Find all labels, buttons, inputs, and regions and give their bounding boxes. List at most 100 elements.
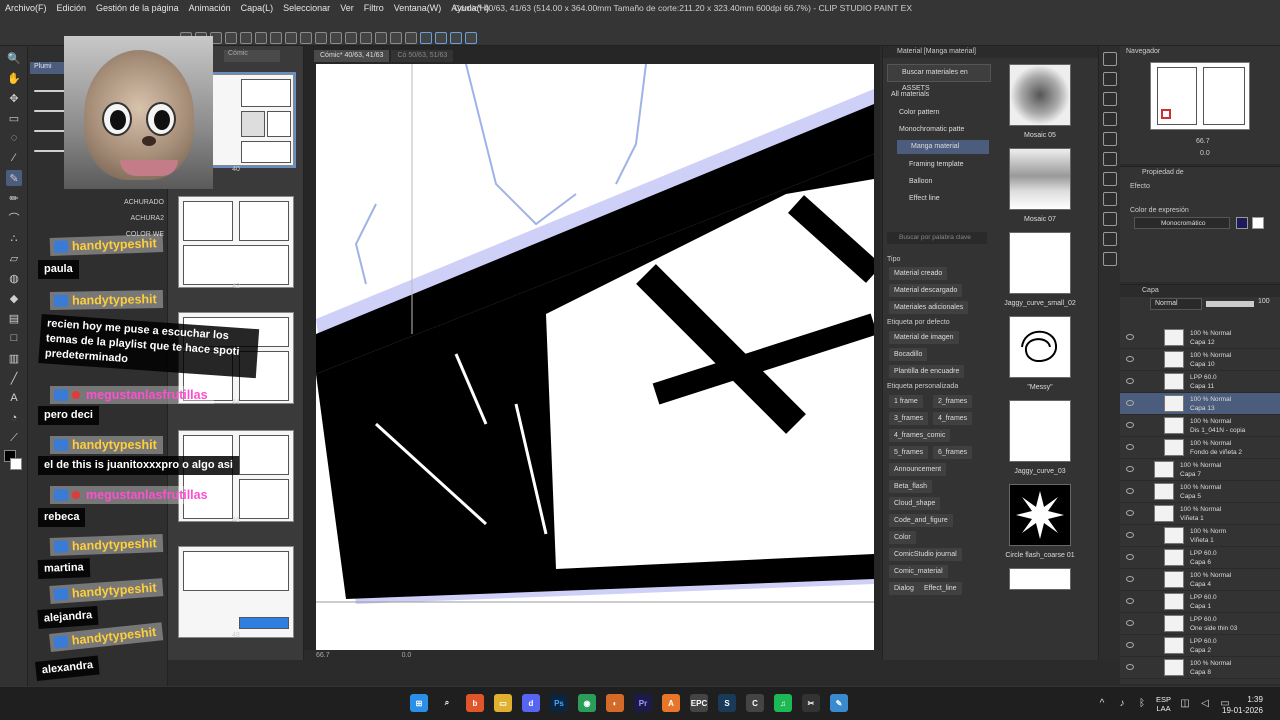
microphone-icon[interactable]: ♪ <box>1116 698 1128 710</box>
material-thumbnail[interactable] <box>1009 316 1071 378</box>
layer-row[interactable]: 100 % Normal Viñeta 1 <box>1120 503 1280 525</box>
layer-row[interactable]: 100 % Normal Capa 12 <box>1120 327 1280 349</box>
tag-beta-flash[interactable]: Beta_flash <box>889 480 933 493</box>
menu-gestion-pagina[interactable]: Gestión de la página <box>91 3 184 13</box>
layer-row[interactable]: LPP 60.0 One side thin 03 <box>1120 613 1280 635</box>
gradient-tool-icon[interactable]: ▤ <box>6 310 22 326</box>
layer-row[interactable]: 100 % Norm Viñeta 1 <box>1120 525 1280 547</box>
lasso-tool-icon[interactable]: ◌ <box>6 130 22 146</box>
clear-icon[interactable] <box>330 32 342 44</box>
blend-tool-icon[interactable]: ◍ <box>6 270 22 286</box>
tag-2-frames[interactable]: 2_frames <box>933 395 973 408</box>
tree-balloon[interactable]: Balloon <box>909 175 932 189</box>
print-icon[interactable] <box>270 32 282 44</box>
visibility-eye-icon[interactable] <box>1126 642 1134 648</box>
layer-icon[interactable] <box>1103 192 1117 206</box>
visibility-eye-icon[interactable] <box>1126 664 1134 670</box>
export-icon[interactable] <box>255 32 267 44</box>
info-icon[interactable] <box>1103 92 1117 106</box>
hand-tool-icon[interactable]: ✋ <box>6 70 22 86</box>
premiere-icon[interactable]: Pr <box>634 694 652 712</box>
navigator-preview[interactable] <box>1150 62 1250 130</box>
tag-comicstudio-journal[interactable]: ComicStudio journal <box>889 548 962 561</box>
photoshop-icon[interactable]: Ps <box>550 694 568 712</box>
figure-tool-icon[interactable]: □ <box>6 330 22 346</box>
tag-color[interactable]: Color <box>889 531 916 544</box>
layer-search-icon[interactable] <box>1103 232 1117 246</box>
visibility-eye-icon[interactable] <box>1126 488 1134 494</box>
navigator-icon[interactable] <box>1103 52 1117 66</box>
transform-icon[interactable] <box>360 32 372 44</box>
tag-material-creado[interactable]: Material creado <box>889 267 948 280</box>
tree-effect-line[interactable]: Effect line <box>909 192 940 206</box>
layer-row[interactable]: LPP 60.0 Capa 1 <box>1120 591 1280 613</box>
tag-4-frames-comic[interactable]: 4_frames_comic <box>889 429 951 442</box>
visibility-eye-icon[interactable] <box>1126 422 1134 428</box>
visibility-eye-icon[interactable] <box>1126 620 1134 626</box>
tag-effect-line[interactable]: Effect_line <box>919 582 962 595</box>
grid-snap-icon[interactable] <box>450 32 462 44</box>
menu-seleccionar[interactable]: Seleccionar <box>278 3 335 13</box>
layer-row[interactable]: 100 % Normal Dis 1_041N - copia <box>1120 415 1280 437</box>
windows-start-icon[interactable]: ⊞ <box>410 694 428 712</box>
volume-icon[interactable]: ◁ <box>1199 698 1211 710</box>
animation-icon[interactable] <box>1103 252 1117 266</box>
menu-ventana[interactable]: Ventana(W) <box>389 3 447 13</box>
layer-row[interactable]: LPP 60.0 Capa 11 <box>1120 371 1280 393</box>
tag-plantilla-encuadre[interactable]: Plantilla de encuadre <box>889 365 965 378</box>
visibility-eye-icon[interactable] <box>1126 510 1134 516</box>
material-thumbnail[interactable] <box>1009 568 1071 590</box>
app-epic-icon[interactable]: EPC <box>690 694 708 712</box>
system-clock[interactable]: 1:39 19-01-2026 <box>1222 694 1263 716</box>
auto-action-icon[interactable] <box>1103 132 1117 146</box>
chrome-icon[interactable]: ◉ <box>578 694 596 712</box>
discord-icon[interactable]: d <box>522 694 540 712</box>
layer-property-icon[interactable] <box>1103 212 1117 226</box>
chevron-up-icon[interactable]: ^ <box>1096 698 1108 710</box>
menu-ver[interactable]: Ver <box>335 3 359 13</box>
balloon-tool-icon[interactable]: ◔ <box>6 410 22 426</box>
layer-row[interactable]: 100 % Normal Capa 8 <box>1120 657 1280 679</box>
tag-material-descargado[interactable]: Material descargado <box>889 284 963 297</box>
page-add-icon[interactable] <box>240 32 252 44</box>
subview-icon[interactable] <box>1103 72 1117 86</box>
visibility-eye-icon[interactable] <box>1126 444 1134 450</box>
capcut-icon[interactable]: ✂ <box>802 694 820 712</box>
app-a-icon[interactable]: A <box>662 694 680 712</box>
tree-monochromatic-pattern[interactable]: Monochromatic patte <box>899 123 964 137</box>
material-thumbnail[interactable] <box>1009 232 1071 294</box>
property-icon[interactable] <box>1103 152 1117 166</box>
brave-browser-icon[interactable]: b <box>466 694 484 712</box>
layer-row[interactable]: LPP 60.0 Capa 6 <box>1120 547 1280 569</box>
tag-4-frames[interactable]: 4_frames <box>933 412 973 425</box>
paint-icon[interactable]: ✎ <box>830 694 848 712</box>
visibility-eye-icon[interactable] <box>1126 334 1134 340</box>
layer-row[interactable]: 100 % Normal Capa 4 <box>1120 569 1280 591</box>
color-swatch-light[interactable] <box>1252 217 1264 229</box>
fill-tool-icon[interactable]: ◆ <box>6 290 22 306</box>
airbrush-tool-icon[interactable]: ∴ <box>6 230 22 246</box>
frame-tool-icon[interactable]: ▥ <box>6 350 22 366</box>
spotify-icon[interactable]: ♫ <box>774 694 792 712</box>
firefox-icon[interactable]: ◐ <box>606 694 624 712</box>
layer-row[interactable]: 100 % Normal Capa 13 <box>1120 393 1280 415</box>
material-thumbnail[interactable] <box>1009 484 1071 546</box>
tag-cloud-shape[interactable]: Cloud_shape <box>889 497 941 510</box>
menu-edicion[interactable]: Edición <box>52 3 92 13</box>
file-explorer-icon[interactable]: ▭ <box>494 694 512 712</box>
brush-tool-icon[interactable]: ⌒ <box>6 210 22 226</box>
select-all-icon[interactable] <box>375 32 387 44</box>
line-tool-icon[interactable]: ⟋ <box>6 430 22 446</box>
expression-color-select[interactable]: Monocromático <box>1134 217 1230 229</box>
layer-row[interactable]: 100 % Normal Capa 7 <box>1120 459 1280 481</box>
eraser-tool-icon[interactable]: ▱ <box>6 250 22 266</box>
loading-icon[interactable] <box>315 32 327 44</box>
navigator-angle[interactable]: 0.0 <box>1200 150 1210 157</box>
material-thumbnail[interactable] <box>1009 148 1071 210</box>
tag-announcement[interactable]: Announcement <box>889 463 947 476</box>
search-assets-button[interactable]: Buscar materiales en ASSETS <box>887 64 991 92</box>
tag-1-frame[interactable]: 1 frame <box>889 395 923 408</box>
visibility-eye-icon[interactable] <box>1126 598 1134 604</box>
layer-row[interactable]: 100 % Normal Capa 10 <box>1120 349 1280 371</box>
layer-row[interactable]: 100 % Normal Fondo de viñeta 2 <box>1120 437 1280 459</box>
